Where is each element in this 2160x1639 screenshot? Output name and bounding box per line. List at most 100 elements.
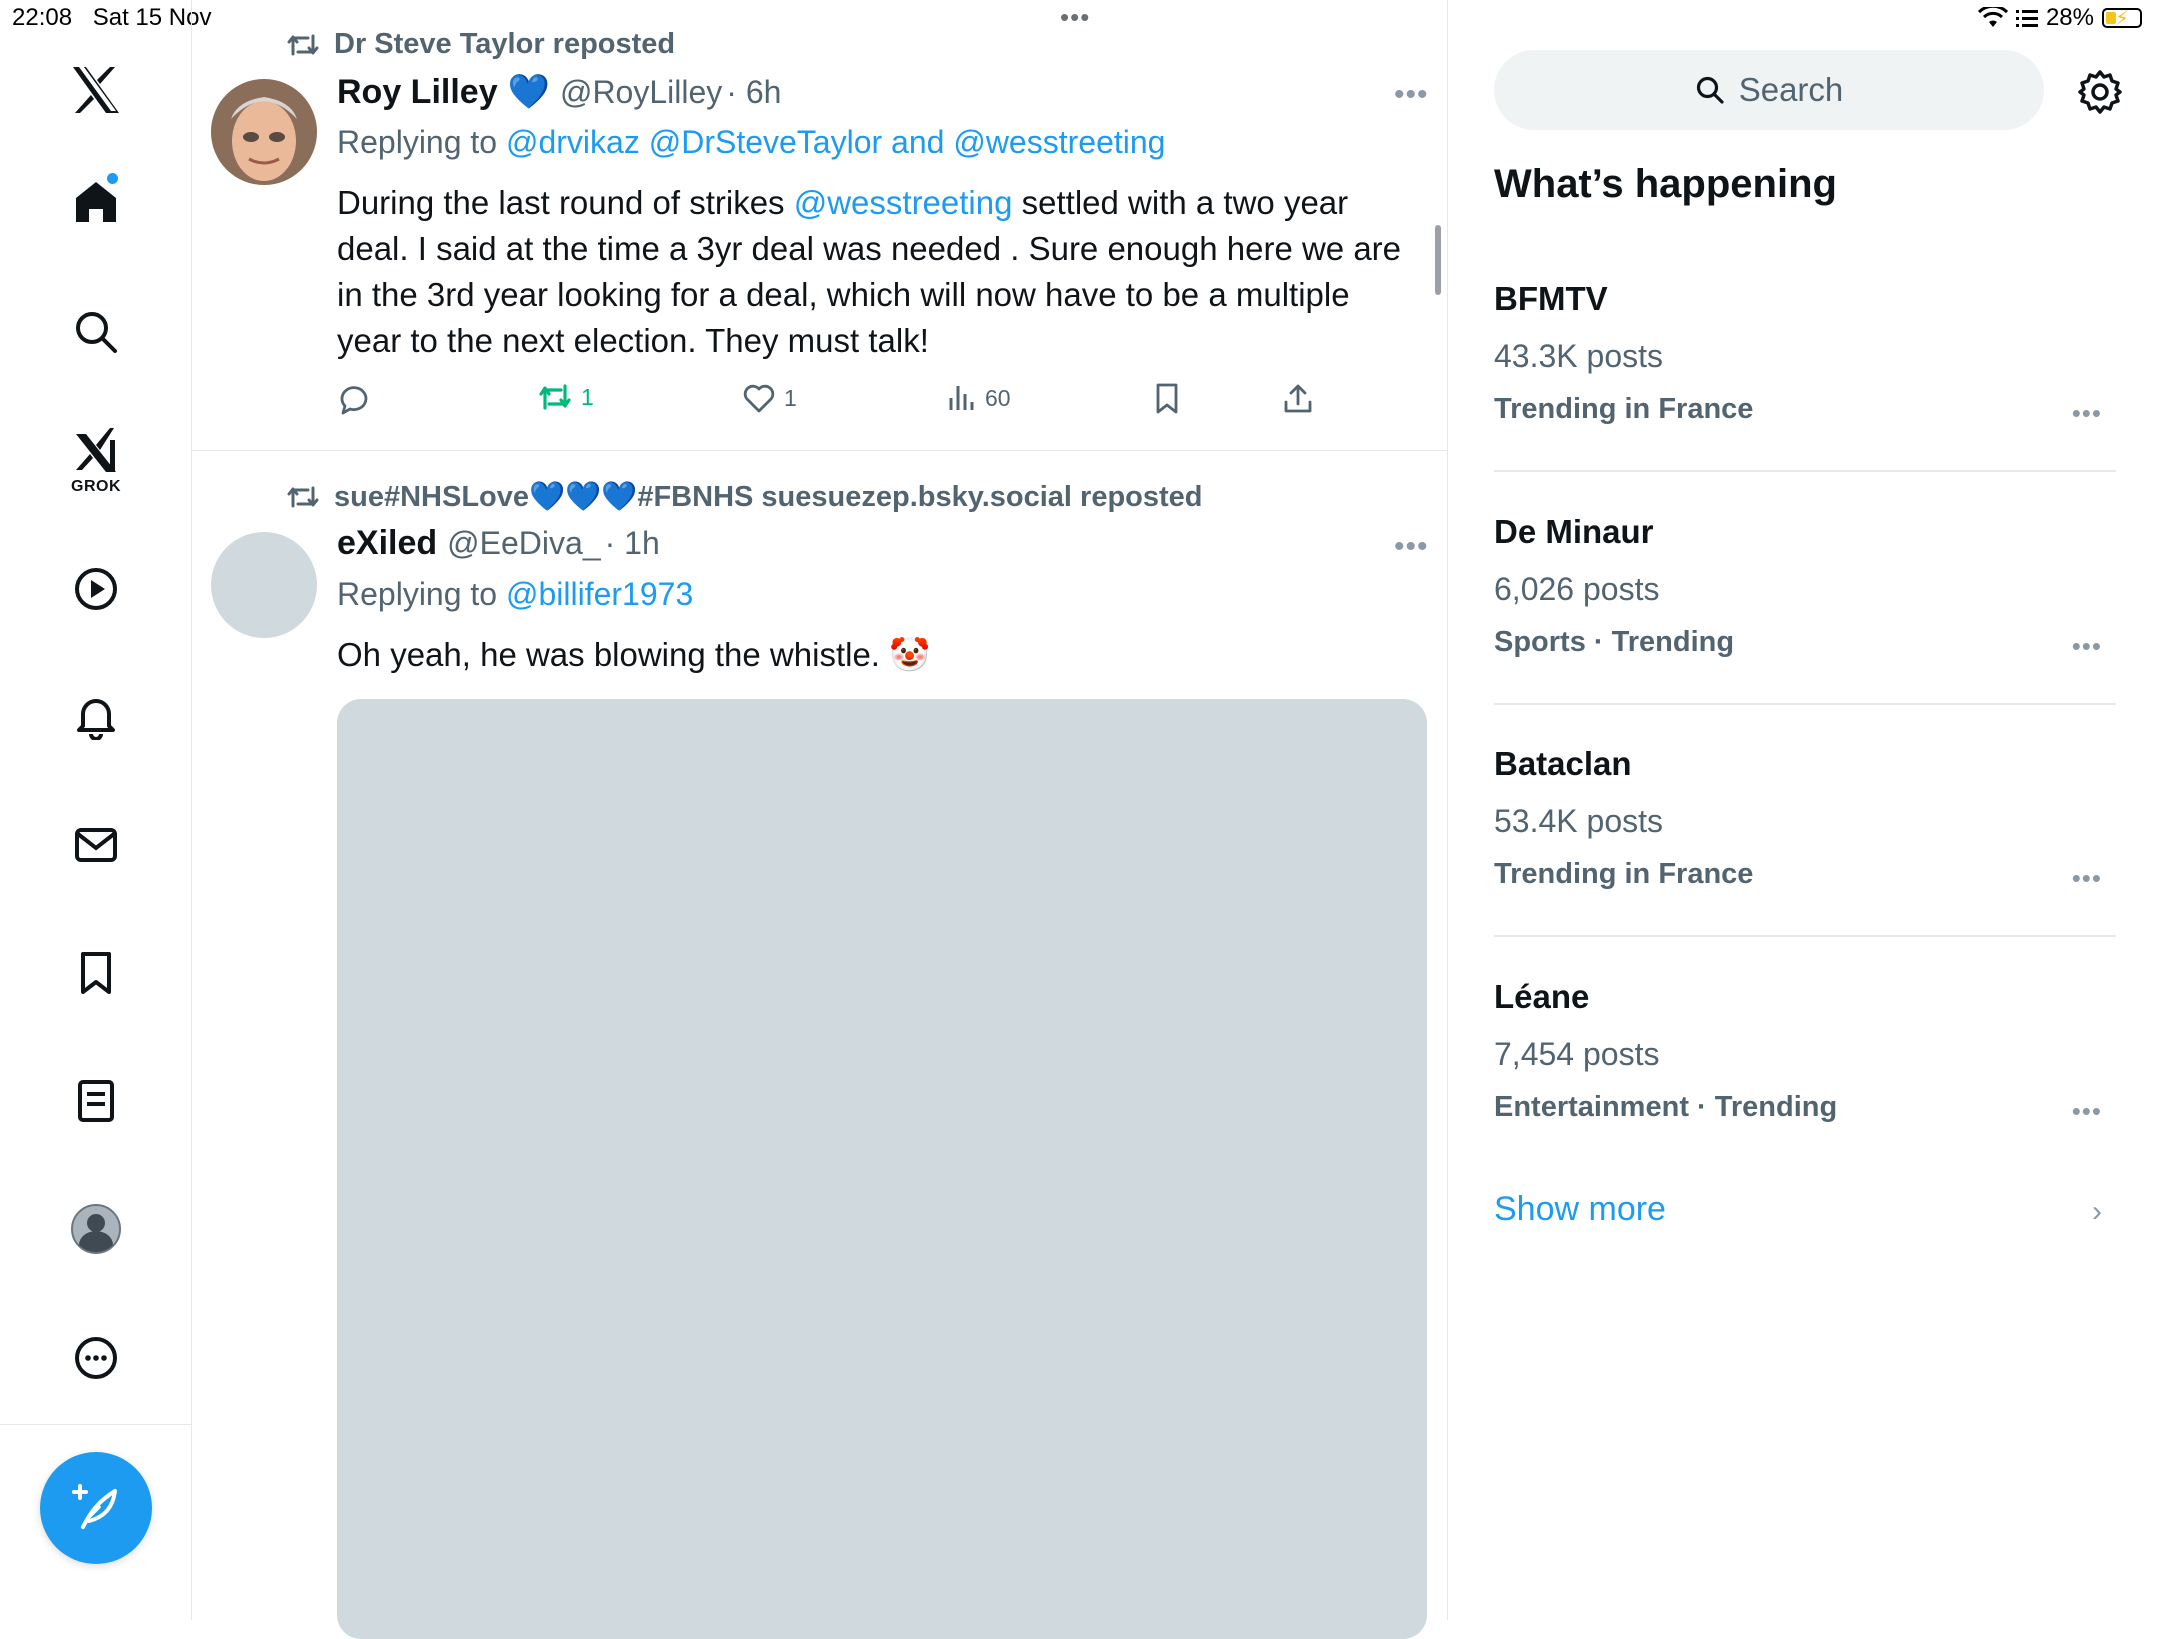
trend-divider <box>1494 935 2116 937</box>
retweet-count: 1 <box>581 383 594 410</box>
chevron-right-icon[interactable]: › <box>2092 1195 2102 1229</box>
tweet2-author-avatar[interactable] <box>211 532 317 638</box>
trend-post-count: 53.4K posts <box>1494 803 1663 839</box>
x-logo-icon[interactable] <box>56 50 136 130</box>
messages-envelope-icon[interactable] <box>56 805 136 885</box>
tweet2-repost-context: sue#NHSLove💙💙💙#FBNHS suesuezep.bsky.soci… <box>286 480 1203 514</box>
tweet2-reposted-by[interactable]: sue#NHSLove💙💙💙#FBNHS suesuezep.bsky.soci… <box>334 480 1203 514</box>
tweet1-reply-mentions[interactable]: @drvikaz @DrSteveTaylor and @wesstreetin… <box>506 124 1165 160</box>
blue-heart-icon: 💙 <box>507 73 550 111</box>
home-unread-dot <box>107 173 118 184</box>
view-count: 60 <box>985 384 1011 411</box>
trend-topic: Léane <box>1494 978 1590 1015</box>
views-button[interactable]: 60 <box>947 382 1011 414</box>
trend-more-options[interactable]: ••• <box>2072 1096 2102 1127</box>
rail-divider <box>0 1424 192 1425</box>
tweet-divider <box>192 450 1447 451</box>
like-count: 1 <box>784 384 797 411</box>
trend-item[interactable]: BFMTV 43.3K posts Trending in France ••• <box>1494 280 2116 460</box>
compose-post-button[interactable] <box>40 1452 152 1564</box>
bookmarks-icon[interactable] <box>56 933 136 1013</box>
tweet1-author-avatar[interactable] <box>211 79 317 185</box>
tweet1-line-3: in the 3rd year looking for a deal, whic… <box>337 276 1350 313</box>
tweet2-body: Oh yeah, he was blowing the whistle. 🤡 <box>337 636 931 673</box>
sidebar-search-input[interactable]: Search <box>1494 50 2044 130</box>
grok-label: GROK <box>71 478 121 495</box>
repost-icon <box>287 34 319 55</box>
trend-more-options[interactable]: ••• <box>2072 863 2102 894</box>
bookmark-icon <box>1156 383 1178 414</box>
lists-icon[interactable] <box>56 1061 136 1141</box>
battery-icon: ⚡ <box>2102 8 2142 30</box>
share-button[interactable] <box>1282 382 1314 416</box>
tweet1-more-options[interactable]: ••• <box>1394 78 1429 112</box>
trend-post-count: 43.3K posts <box>1494 338 1663 374</box>
replying-to-label: Replying to <box>337 576 506 612</box>
reply-bubble-icon <box>340 386 368 415</box>
heart-icon <box>743 384 775 413</box>
more-options-icon[interactable] <box>56 1318 136 1398</box>
tweet1-line-1-text: During the last round of strikes <box>337 184 794 221</box>
tweet1-timestamp[interactable]: · 6h <box>726 74 781 111</box>
home-icon[interactable] <box>56 162 136 242</box>
whats-happening-title: What’s happening <box>1494 162 1837 206</box>
tweet1-repost-context: Dr Steve Taylor reposted <box>286 28 675 61</box>
tweet1-line-1: During the last round of strikes @wesstr… <box>337 180 1487 226</box>
video-play-icon[interactable] <box>56 549 136 629</box>
show-more-link[interactable]: Show more <box>1494 1190 1666 1229</box>
trend-context: Trending in France <box>1494 858 1754 890</box>
search-icon <box>1696 76 1724 104</box>
list-icon <box>2015 10 2038 27</box>
tweet2-reply-mention[interactable]: @billifer1973 <box>506 576 693 612</box>
trend-topic: Bataclan <box>1494 745 1632 782</box>
tweet2-author-handle[interactable]: @EeDiva_ <box>447 525 600 562</box>
trend-item[interactable]: Bataclan 53.4K posts Trending in France … <box>1494 745 2116 925</box>
tweet1-header: Roy Lilley 💙 @RoyLilley · 6h <box>337 72 781 112</box>
bookmark-button[interactable] <box>1152 382 1182 416</box>
like-button[interactable]: 1 <box>742 382 797 414</box>
tweet1-replying-to: Replying to @drvikaz @DrSteveTaylor and … <box>337 124 1165 161</box>
trend-post-count: 7,454 posts <box>1494 1036 1660 1072</box>
tweet1-body: During the last round of strikes @wesstr… <box>337 180 1487 364</box>
analytics-bars-icon <box>949 386 974 410</box>
search-icon[interactable] <box>56 292 136 372</box>
tweet1-line-4: year to the next election. They must tal… <box>337 322 929 359</box>
tweet1-author-name[interactable]: Roy Lilley <box>337 73 498 112</box>
wifi-icon <box>1977 7 2008 27</box>
compose-feather-icon <box>72 1484 117 1529</box>
trend-context: Trending in France <box>1494 393 1754 425</box>
trend-divider <box>1494 470 2116 472</box>
profile-avatar-icon[interactable] <box>56 1189 136 1269</box>
repost-icon <box>287 486 319 508</box>
tweet2-more-options[interactable]: ••• <box>1394 530 1429 564</box>
tweet1-body-mention[interactable]: @wesstreeting <box>794 184 1013 221</box>
tweet2-media-placeholder[interactable] <box>337 699 1427 1639</box>
search-placeholder: Search <box>1738 71 1844 108</box>
trend-more-options[interactable]: ••• <box>2072 631 2102 662</box>
trend-context: Sports · Trending <box>1494 626 1735 658</box>
tweet2-header: eXiled @EeDiva_ · 1h <box>337 524 660 563</box>
trend-item[interactable]: Léane 7,454 posts Entertainment · Trendi… <box>1494 978 2116 1158</box>
settings-gear-icon[interactable] <box>2074 66 2126 118</box>
notifications-bell-icon[interactable] <box>56 677 136 757</box>
tweet2-author-name[interactable]: eXiled <box>337 524 437 563</box>
tweet2-timestamp[interactable]: · 1h <box>605 525 660 562</box>
battery-percent: 28% <box>2045 4 2094 31</box>
trend-context: Entertainment · Trending <box>1494 1091 1838 1123</box>
tweet1-reposted-by[interactable]: Dr Steve Taylor reposted <box>334 28 675 61</box>
status-indicators: 28% ⚡ <box>1977 4 2142 32</box>
reply-button[interactable] <box>337 382 371 416</box>
trend-topic: De Minaur <box>1494 513 1654 550</box>
trend-post-count: 6,026 posts <box>1494 571 1660 607</box>
trend-item[interactable]: De Minaur 6,026 posts Sports · Trending … <box>1494 513 2116 693</box>
trend-more-options[interactable]: ••• <box>2072 398 2102 429</box>
replying-to-label: Replying to <box>337 124 506 160</box>
tweet1-action-bar: 1 1 60 <box>337 382 1317 422</box>
multitask-handle[interactable]: ••• <box>1060 2 1090 33</box>
retweet-button[interactable]: 1 <box>537 382 594 412</box>
trend-divider <box>1494 703 2116 705</box>
tweet1-author-handle[interactable]: @RoyLilley <box>560 74 722 111</box>
retweet-icon <box>539 384 571 410</box>
trend-topic: BFMTV <box>1494 280 1608 317</box>
share-upload-icon <box>1284 384 1312 413</box>
